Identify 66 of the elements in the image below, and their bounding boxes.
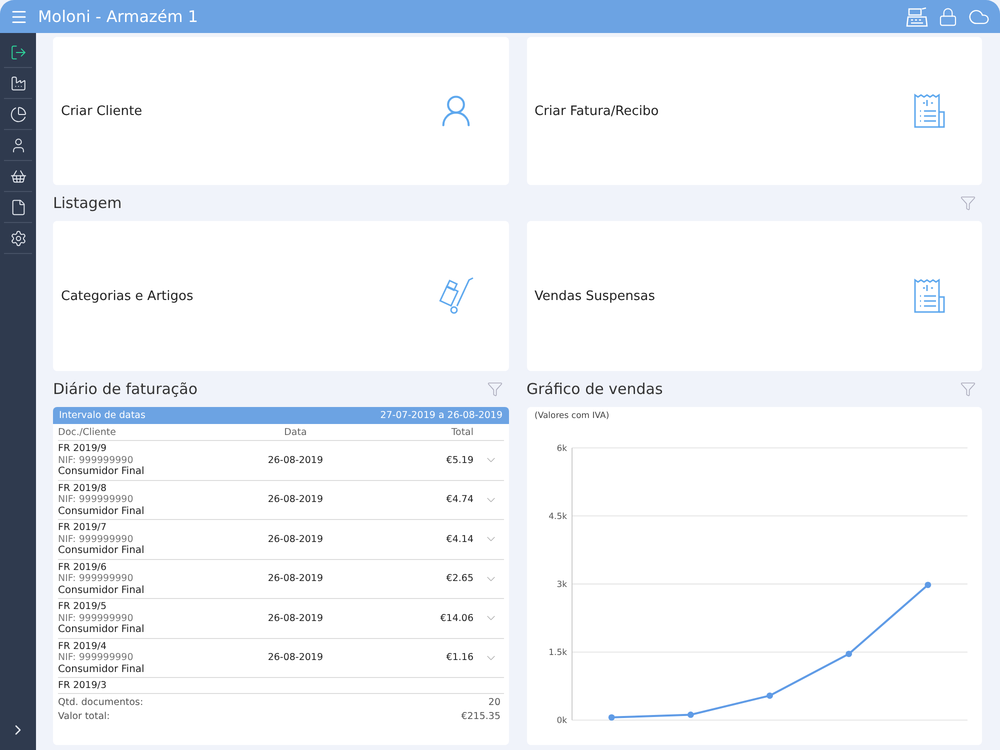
client-name: Consumidor Final (58, 624, 146, 636)
total-cell-text: €2.65 (445, 573, 474, 584)
doc-number: FR 2019/6 (58, 562, 108, 573)
data-point (686, 712, 694, 718)
total-cell-text: €4.74 (445, 494, 474, 506)
total-cell-text: €1.16 (445, 652, 474, 664)
client-name: Consumidor Final (58, 506, 146, 517)
chart-subtitle: (Valores com IVA) (534, 410, 610, 421)
doc-number: FR 2019/7 (58, 522, 108, 534)
tax-id: NIF: 999999990 (58, 534, 134, 545)
client-name: Consumidor Final (58, 466, 146, 478)
cash-register-icon[interactable] (906, 6, 928, 26)
action-card[interactable]: Criar Cliente (53, 37, 508, 185)
listing-card[interactable]: Vendas Suspensas (526, 221, 982, 371)
filter-icon[interactable] (960, 381, 976, 397)
doc-number: FR 2019/5 (58, 601, 108, 612)
doc-number: FR 2019/9 (58, 443, 108, 454)
section-title: Gráfico de vendas (526, 380, 663, 398)
data-point (608, 714, 614, 721)
receipt-icon (912, 277, 948, 315)
client-name: Consumidor Final (58, 545, 146, 556)
date-cell-text: 26-08-2019 (266, 494, 324, 506)
date-cell-text: 26-08-2019 (266, 534, 324, 545)
total-cell-text: €4.14 (445, 534, 474, 545)
app-title: Moloni - Armazém 1 (38, 7, 200, 26)
action-card[interactable]: Criar Fatura/Recibo (526, 37, 982, 185)
range-value: 27-07-2019 a 26-08-2019 (380, 410, 502, 421)
axis-label: 6k (556, 444, 567, 454)
listing-card[interactable]: Categorias e Artigos (53, 221, 508, 371)
tax-id: NIF: 999999990 (58, 652, 134, 664)
column-header: Data (283, 426, 308, 440)
filter-icon[interactable] (960, 195, 976, 211)
axis-label: 3k (556, 580, 567, 590)
tax-id: NIF: 999999990 (58, 494, 134, 506)
filter-icon[interactable] (486, 381, 502, 397)
summary-value: €215.35 (461, 710, 500, 724)
doc-number: FR 2019/4 (58, 640, 108, 652)
doc-number: FR 2019/8 (58, 482, 108, 494)
section-title: Listagem (53, 194, 122, 212)
date-cell-text: 26-08-2019 (266, 573, 324, 584)
tax-id: NIF: 999999990 (58, 612, 134, 624)
date-cell-text: 26-08-2019 (266, 652, 324, 664)
doc-number: FR 2019/3 (58, 679, 108, 693)
column-header: Total (450, 426, 474, 440)
total-cell-text: €5.19 (445, 454, 474, 466)
range-label: Intervalo de datas (59, 410, 146, 421)
axis-label: 0k (556, 716, 567, 726)
data-point (924, 582, 931, 588)
client-name: Consumidor Final (58, 664, 146, 675)
summary-value: 20 (488, 696, 500, 710)
client-name: Consumidor Final (58, 584, 146, 596)
tax-id: NIF: 999999990 (58, 573, 134, 584)
data-point (766, 692, 772, 699)
data-point (845, 650, 852, 658)
lock-icon[interactable] (938, 6, 958, 26)
date-cell-text: 26-08-2019 (266, 454, 324, 466)
receipt-icon (912, 92, 948, 130)
axis-label: 1.5k (548, 648, 567, 658)
date-cell-text: 26-08-2019 (266, 612, 324, 624)
section-title: Diário de faturação (53, 380, 198, 398)
axis-label: 4.5k (548, 512, 567, 522)
column-header: Doc./Cliente (58, 426, 117, 440)
total-cell-text: €14.06 (439, 612, 474, 624)
summary-label: Qtd. documentos: (58, 696, 144, 710)
summary-label: Valor total: (58, 710, 110, 724)
tax-id: NIF: 999999990 (58, 454, 134, 466)
